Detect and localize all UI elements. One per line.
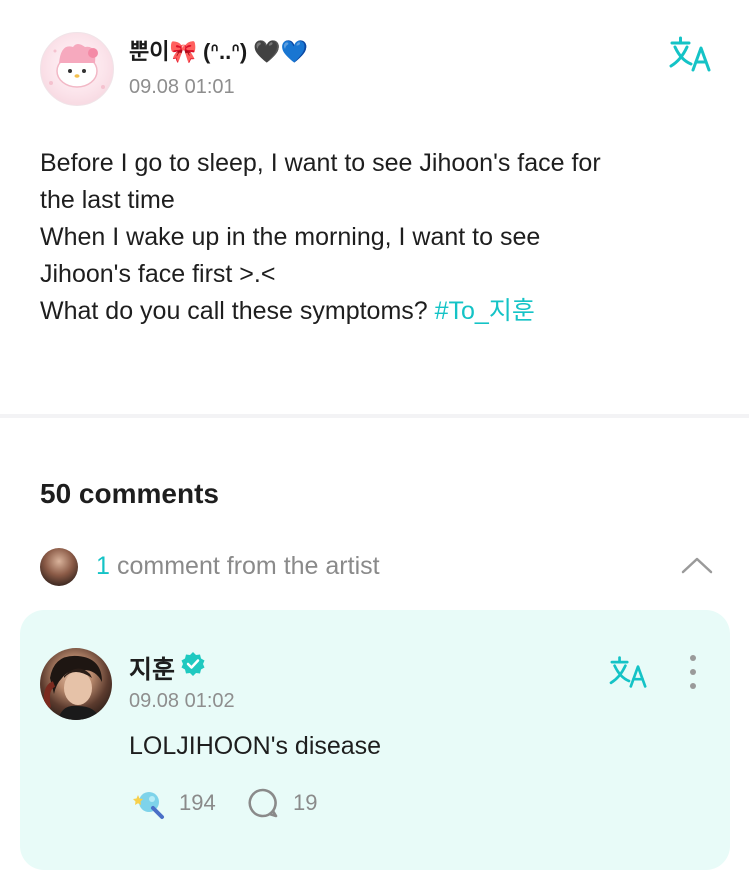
artist-name[interactable]: 지훈 [129, 650, 175, 686]
section-divider [0, 414, 749, 418]
post-body-line: Jihoon's face first >.< [40, 260, 276, 288]
artist-photo-icon [43, 655, 102, 720]
post-body-line: the last time [40, 186, 175, 214]
artist-comment-label: comment from the artist [117, 552, 380, 580]
post-header: 뿐이🎀 (ᐢ..ᐢ) 🖤💙 09.08 01:01 [40, 32, 719, 108]
translate-icon[interactable] [669, 34, 713, 74]
reaction-count: 194 [179, 790, 216, 815]
comment-translate-icon[interactable] [608, 654, 650, 690]
chevron-up-icon[interactable] [680, 554, 714, 576]
more-options-icon[interactable] [686, 652, 700, 692]
post-body: Before I go to sleep, I want to see Jiho… [40, 145, 720, 330]
artist-comment-toggle[interactable]: 1 comment from the artist [40, 546, 720, 588]
post-body-line: Before I go to sleep, I want to see Jiho… [40, 149, 601, 177]
post-body-line: When I wake up in the morning, I want to… [40, 223, 541, 251]
artist-comment-text: LOLJIHOON's disease [129, 732, 382, 760]
reply-bubble-icon[interactable] [247, 787, 279, 819]
comments-count-title: 50 comments [40, 478, 219, 509]
author-avatar[interactable] [40, 32, 114, 106]
artist-comment-card: 지훈 09.08 01:02 LOLJIHOON's disease 194 1… [20, 610, 730, 870]
post-body-line-last: What do you call these symptoms? #To_지훈 [40, 293, 720, 330]
verified-badge-icon [181, 652, 205, 676]
post-body-question: What do you call these symptoms? [40, 297, 435, 325]
reaction-row: 194 19 [129, 786, 429, 820]
artist-comment-count: 1 [96, 552, 110, 580]
hashtag-link[interactable]: #To_지훈 [435, 297, 535, 325]
cheer-stick-icon[interactable] [129, 786, 165, 820]
author-name[interactable]: 뿐이🎀 (ᐢ..ᐢ) 🖤💙 [129, 34, 308, 66]
reply-count: 19 [293, 790, 318, 815]
artist-comment-timestamp: 09.08 01:02 [129, 690, 235, 712]
artist-avatar-small [40, 548, 78, 586]
artist-avatar[interactable] [40, 648, 112, 720]
my-melody-avatar-icon [49, 44, 105, 89]
post-timestamp: 09.08 01:01 [129, 76, 235, 98]
